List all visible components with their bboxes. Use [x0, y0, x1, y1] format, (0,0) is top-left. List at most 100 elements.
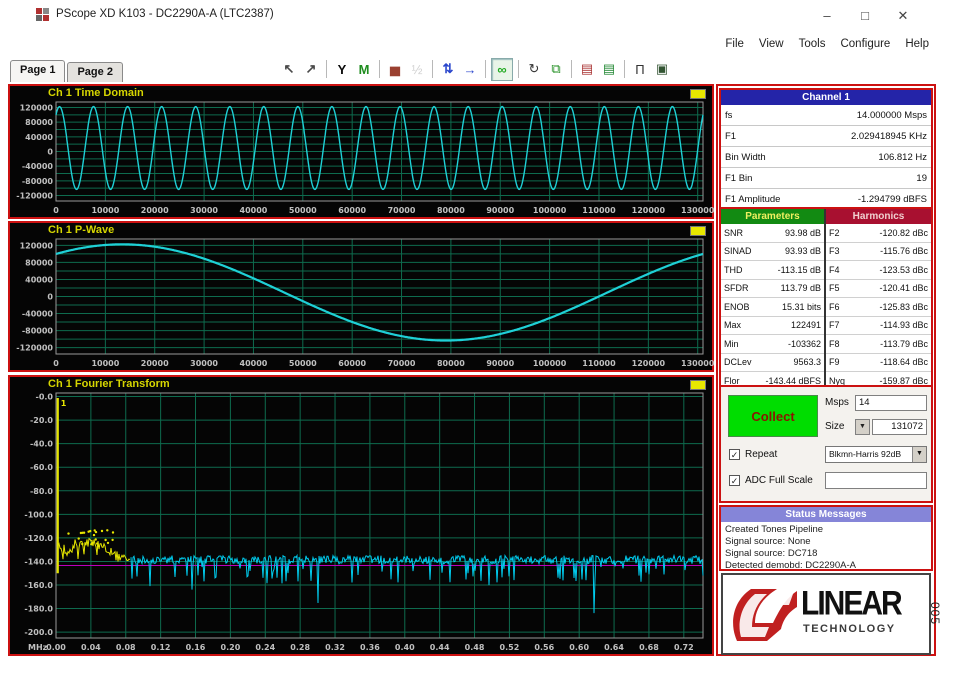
size-value[interactable]: 131072: [872, 419, 927, 435]
table-row: SNR 93.98 dB: [721, 224, 824, 243]
status-line: Detected demobd: DC2290A-A: [725, 560, 856, 571]
svg-text:130000: 130000: [681, 206, 715, 215]
svg-text:70000: 70000: [388, 359, 416, 368]
app-icon-sq3: [36, 15, 42, 21]
minimize-button[interactable]: –: [814, 6, 840, 26]
row-value: -114.93 dBc: [880, 320, 928, 331]
window-type-combo[interactable]: Blkmn-Harris 92dB ▼: [825, 446, 927, 463]
adc-full-scale-input[interactable]: [825, 472, 927, 489]
svg-text:0.04: 0.04: [81, 643, 101, 652]
menu-view[interactable]: View: [759, 38, 784, 50]
svg-text:60000: 60000: [338, 359, 366, 368]
parameters-table: SNR 93.98 dB SINAD 93.93 dB THD -113.15 dB SFD…: [721, 224, 826, 391]
msps-label: Msps: [825, 397, 849, 408]
status-messages: Created Tones Pipeline Signal source: Non…: [721, 522, 931, 574]
table-row: SFDR 113.79 dB: [721, 280, 824, 298]
menu-help[interactable]: Help: [905, 38, 929, 50]
row-label: Min: [724, 338, 739, 349]
average-minmax-icon[interactable]: ⇅: [438, 59, 458, 80]
table-row: F7 -114.93 dBc: [826, 317, 931, 335]
fourier-legend-swatch[interactable]: [690, 380, 706, 390]
window-title: PScope XD K103 - DC2290A-A (LTC2387): [56, 8, 274, 20]
param-harmonic-box: Parameters Harmonics SNR 93.98 dB SINAD 93.…: [719, 207, 933, 393]
repeat-checkbox[interactable]: ✓: [729, 449, 740, 460]
row-label: ENOB: [724, 301, 750, 312]
row-value: 113.79 dB: [780, 283, 821, 294]
logo-box: LINEAR TECHNOLOGY: [721, 573, 931, 655]
window-select-icon[interactable]: ⧉: [546, 59, 566, 80]
collect-button[interactable]: Collect: [728, 395, 818, 437]
filter-y-icon[interactable]: Y: [332, 59, 352, 80]
pscope-window: PScope XD K103 - DC2290A-A (LTC2387) – □…: [0, 0, 965, 682]
connect-device-icon[interactable]: ∞: [491, 57, 513, 81]
table-row: THD -113.15 dB: [721, 261, 824, 280]
svg-text:0.52: 0.52: [500, 643, 520, 652]
svg-text:-80000: -80000: [22, 177, 54, 186]
row-label: DCLev: [724, 357, 752, 368]
logo-technology-text: TECHNOLOGY: [803, 623, 896, 635]
svg-text:0.68: 0.68: [639, 643, 659, 652]
time-domain-title: Ch 1 Time Domain: [48, 87, 144, 99]
table-row: fs 14.000000 Msps: [721, 105, 931, 126]
row-label: F1: [725, 130, 737, 142]
row-label: F7: [829, 320, 840, 331]
svg-text:-120000: -120000: [16, 344, 53, 353]
fourier-chart[interactable]: -0.0 -20.0 -40.0 -60.0 -80.0 -100.0 -120.0 -140…: [10, 390, 712, 654]
p-wave-legend-swatch[interactable]: [690, 226, 706, 236]
svg-text:0: 0: [53, 206, 59, 215]
reload-icon[interactable]: ↻: [524, 59, 544, 80]
row-value: 2.029418945 KHz: [850, 130, 927, 142]
tab-page-2[interactable]: Page 2: [67, 62, 123, 82]
size-dropdown-button[interactable]: ▼: [855, 419, 870, 435]
maximize-button[interactable]: □: [852, 6, 878, 26]
repeat-label: Repeat: [745, 449, 778, 460]
menu-file[interactable]: File: [725, 38, 744, 50]
zoom-tool-icon[interactable]: ↖: [279, 59, 299, 80]
histogram-icon[interactable]: ▅: [385, 59, 405, 80]
svg-text:-200.0: -200.0: [24, 628, 53, 637]
svg-text:-160.0: -160.0: [24, 581, 53, 590]
menu-tools[interactable]: Tools: [799, 38, 826, 50]
table-row: F6 -125.83 dBc: [826, 298, 931, 317]
table-row: F5 -120.41 dBc: [826, 280, 931, 298]
menu-configure[interactable]: Configure: [840, 38, 890, 50]
half-scale-icon[interactable]: ½: [407, 59, 427, 80]
continuous-avg-icon[interactable]: →: [460, 59, 480, 80]
svg-text:90000: 90000: [486, 359, 514, 368]
table-row: F1 Amplitude -1.294799 dBFS: [721, 189, 931, 209]
pulse-icon[interactable]: Π: [630, 59, 650, 80]
row-value: -120.82 dBc: [879, 227, 928, 238]
svg-text:80000: 80000: [437, 206, 465, 215]
p-wave-title: Ch 1 P-Wave: [48, 224, 115, 236]
overlay-red-icon[interactable]: ▤: [577, 59, 597, 80]
svg-text:0.12: 0.12: [151, 643, 171, 652]
toolbar-separator: [624, 60, 625, 78]
p-wave-chart[interactable]: 12000080000400000-40000-80000-1200000 100…: [10, 236, 715, 370]
table-row: Bin Width 106.812 Hz: [721, 147, 931, 168]
time-domain-chart[interactable]: 12000080000400000-40000-80000-1200000 100…: [10, 99, 715, 217]
svg-text:100000: 100000: [533, 359, 567, 368]
window-type-dropdown-arrow[interactable]: ▼: [912, 447, 926, 462]
row-label: F1 Bin: [725, 172, 753, 184]
overlay-green-icon[interactable]: ▤: [599, 59, 619, 80]
adc-full-scale-checkbox[interactable]: ✓: [729, 475, 740, 486]
svg-text:0: 0: [47, 293, 53, 302]
close-button[interactable]: ✕: [890, 6, 916, 26]
row-value: 15.31 bits: [781, 301, 821, 312]
image-export-icon[interactable]: ▣: [652, 59, 672, 80]
svg-text:0.00: 0.00: [46, 643, 66, 652]
time-domain-panel: Ch 1 Time Domain 120000 80000 40000 0 -40000…: [8, 84, 715, 219]
measure-icon[interactable]: M: [354, 59, 374, 80]
row-label: F5: [829, 283, 840, 294]
tab-page-1[interactable]: Page 1: [10, 60, 66, 82]
row-label: fs: [725, 109, 733, 121]
row-value: -113.79 dBc: [880, 338, 928, 349]
svg-text:120000: 120000: [20, 104, 54, 113]
svg-text:80000: 80000: [437, 359, 465, 368]
pan-tool-icon[interactable]: ↗: [301, 59, 321, 80]
right-panel: Channel 1 fs 14.000000 Msps F1 2.029418945 …: [716, 84, 936, 656]
time-domain-legend-swatch[interactable]: [690, 89, 706, 99]
svg-text:-120000: -120000: [16, 192, 53, 201]
toolbar-separator: [485, 60, 486, 78]
msps-input[interactable]: 14: [855, 395, 927, 411]
